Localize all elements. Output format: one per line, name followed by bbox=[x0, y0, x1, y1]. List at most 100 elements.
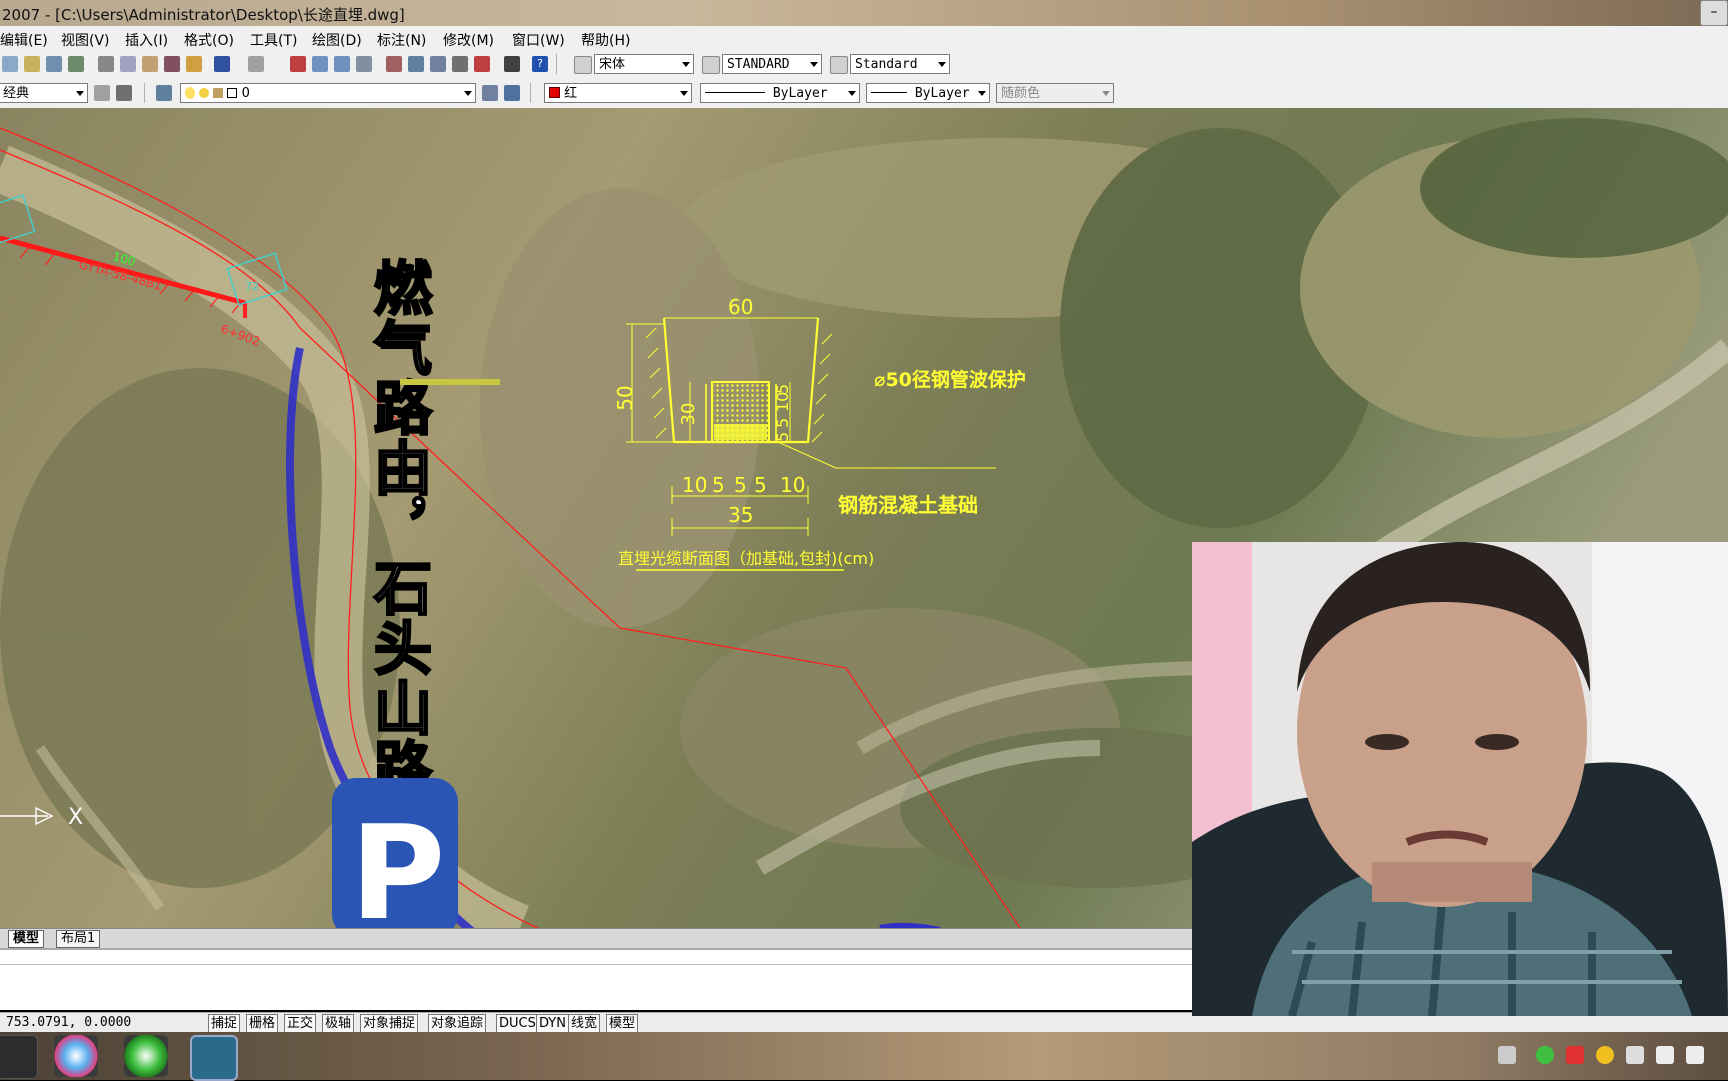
pan-icon[interactable] bbox=[290, 56, 306, 72]
power-icon[interactable] bbox=[1626, 1046, 1644, 1064]
properties-icon[interactable] bbox=[386, 56, 402, 72]
linetype-combo[interactable]: ByLayer bbox=[700, 83, 860, 103]
open-icon[interactable] bbox=[24, 56, 40, 72]
menu-window[interactable]: 窗口(W) bbox=[512, 30, 565, 50]
otrack-toggle[interactable]: 对象追踪 bbox=[428, 1014, 487, 1033]
layer-color-icon bbox=[227, 88, 238, 98]
undo-icon[interactable] bbox=[214, 56, 230, 72]
browser-icon[interactable] bbox=[124, 1035, 168, 1077]
match-properties-icon[interactable] bbox=[164, 56, 180, 72]
volume-icon[interactable] bbox=[1686, 1046, 1704, 1064]
dim-bottom-4: 5 bbox=[754, 473, 767, 497]
parking-sign-letter: P bbox=[350, 797, 445, 928]
sheet-set-icon[interactable] bbox=[452, 56, 468, 72]
menu-draw[interactable]: 绘图(D) bbox=[312, 30, 362, 50]
snap-toggle[interactable]: 捕捉 bbox=[208, 1014, 241, 1033]
dimension-style-icon[interactable] bbox=[702, 56, 720, 74]
calculator-icon[interactable] bbox=[504, 56, 520, 72]
pole-number: 72 bbox=[245, 280, 259, 293]
layer-previous-icon[interactable] bbox=[504, 85, 520, 101]
dim-bottom-5: 10 bbox=[780, 473, 805, 497]
help-icon[interactable]: ? bbox=[532, 56, 548, 72]
zoom-window-icon[interactable] bbox=[334, 56, 350, 72]
tool-palettes-icon[interactable] bbox=[430, 56, 446, 72]
menu-edit[interactable]: 编辑(E) bbox=[0, 30, 48, 50]
new-icon[interactable] bbox=[2, 56, 18, 72]
menu-insert[interactable]: 插入(I) bbox=[125, 30, 168, 50]
coordinate-readout: 753.0791, 0.0000 bbox=[6, 1015, 132, 1030]
webcam-overlay bbox=[1192, 542, 1728, 1016]
markup-icon[interactable] bbox=[474, 56, 490, 72]
red-swatch-icon bbox=[549, 87, 560, 98]
cut-icon[interactable] bbox=[98, 56, 114, 72]
menu-bar: 编辑(E) 视图(V) 插入(I) 格式(O) 工具(T) 绘图(D) 标注(N… bbox=[0, 26, 1728, 51]
plot-icon[interactable] bbox=[68, 56, 84, 72]
security-icon[interactable] bbox=[1596, 1046, 1614, 1064]
dim-bottom-3: 5 bbox=[734, 473, 747, 497]
plotstyle-combo[interactable]: 随颜色 bbox=[996, 83, 1114, 103]
keyboard-icon[interactable] bbox=[1498, 1046, 1516, 1064]
color-combo[interactable]: 红 bbox=[544, 83, 692, 103]
zoom-realtime-icon[interactable] bbox=[312, 56, 328, 72]
tab-model[interactable]: 模型 bbox=[8, 930, 45, 948]
design-center-icon[interactable] bbox=[408, 56, 424, 72]
layer-combo[interactable]: 0 bbox=[180, 83, 476, 103]
lineweight-sample bbox=[871, 92, 907, 93]
polar-toggle[interactable]: 极轴 bbox=[322, 1014, 355, 1033]
menu-help[interactable]: 帮助(H) bbox=[581, 30, 630, 50]
menu-dimension[interactable]: 标注(N) bbox=[377, 30, 426, 50]
model-toggle[interactable]: 模型 bbox=[606, 1014, 639, 1033]
make-layer-current-icon[interactable] bbox=[482, 85, 498, 101]
baidu-netdisk-icon[interactable] bbox=[54, 1035, 98, 1077]
tab-layout1[interactable]: 布局1 bbox=[56, 930, 101, 948]
wechat-icon[interactable] bbox=[1536, 1046, 1554, 1064]
dim-bottom-1: 10 bbox=[682, 473, 707, 497]
workspace-settings-icon[interactable] bbox=[94, 85, 110, 101]
road-name-label: 燃气路由，石头山路边 bbox=[364, 258, 432, 858]
menu-view[interactable]: 视图(V) bbox=[61, 30, 110, 50]
dim-right-2: 10 bbox=[773, 392, 792, 412]
save-icon[interactable] bbox=[46, 56, 62, 72]
table-style-icon[interactable] bbox=[830, 56, 848, 74]
command-line[interactable] bbox=[0, 948, 1194, 1010]
layer-unlock-icon bbox=[213, 88, 224, 98]
layers-toolbar: 经典 0 红 ByLayer ByLayer 随颜色 bbox=[0, 78, 1728, 109]
grid-toggle[interactable]: 栅格 bbox=[246, 1014, 279, 1033]
text-style-combo[interactable]: 宋体 bbox=[594, 54, 694, 74]
minimize-button[interactable]: – bbox=[1700, 0, 1728, 26]
workspace-combo[interactable]: 经典 bbox=[0, 83, 88, 103]
zoom-previous-icon[interactable] bbox=[356, 56, 372, 72]
ducs-toggle[interactable]: DUCS bbox=[496, 1014, 539, 1033]
toolbar-separator bbox=[530, 83, 531, 103]
menu-modify[interactable]: 修改(M) bbox=[443, 30, 494, 50]
layer-manager-icon[interactable] bbox=[156, 85, 172, 101]
dimension-style-combo[interactable]: STANDARD bbox=[722, 54, 822, 74]
webcam-image bbox=[1192, 542, 1728, 1016]
network-icon[interactable] bbox=[1656, 1046, 1674, 1064]
osnap-toggle[interactable]: 对象捕捉 bbox=[360, 1014, 419, 1033]
block-editor-icon[interactable] bbox=[186, 56, 202, 72]
autocad-icon[interactable] bbox=[190, 1035, 238, 1081]
dim-base-width: 35 bbox=[728, 503, 753, 527]
workspace-save-icon[interactable] bbox=[116, 85, 132, 101]
lineweight-combo[interactable]: ByLayer bbox=[866, 83, 990, 103]
paste-icon[interactable] bbox=[142, 56, 158, 72]
dim-pipe-height: 30 bbox=[678, 403, 699, 426]
table-style-combo[interactable]: Standard bbox=[850, 54, 950, 74]
redo-icon[interactable] bbox=[248, 56, 264, 72]
dim-right-4: 5 bbox=[773, 432, 792, 442]
linetype-sample bbox=[705, 92, 765, 93]
copy-icon[interactable] bbox=[120, 56, 136, 72]
command-divider bbox=[0, 964, 1194, 965]
text-style-icon[interactable] bbox=[574, 56, 592, 74]
ucs-x-label: X bbox=[68, 805, 83, 830]
menu-format[interactable]: 格式(O) bbox=[184, 30, 234, 50]
lineweight-toggle[interactable]: 线宽 bbox=[568, 1014, 601, 1033]
video-icon[interactable] bbox=[0, 1035, 38, 1079]
recorder-icon[interactable] bbox=[1566, 1046, 1584, 1064]
dyn-toggle[interactable]: DYN bbox=[536, 1014, 569, 1033]
ortho-toggle[interactable]: 正交 bbox=[284, 1014, 317, 1033]
dim-right-3: 5 bbox=[773, 418, 792, 428]
dim-depth: 50 bbox=[613, 385, 637, 410]
menu-tools[interactable]: 工具(T) bbox=[250, 30, 297, 50]
